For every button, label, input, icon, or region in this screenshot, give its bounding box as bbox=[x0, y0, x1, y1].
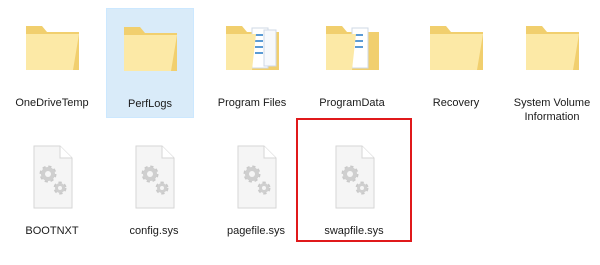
item-label: System Volume Information bbox=[513, 97, 591, 123]
item-label: Recovery bbox=[432, 97, 480, 109]
system-file-gear-icon bbox=[114, 136, 194, 216]
item-label: pagefile.sys bbox=[226, 225, 286, 237]
file-item-bootnxt[interactable]: BOOTNXT bbox=[8, 136, 96, 246]
folder-with-documents-icon bbox=[312, 8, 392, 88]
file-item-config-sys[interactable]: config.sys bbox=[110, 136, 198, 246]
file-item-pagefile-sys[interactable]: pagefile.sys bbox=[212, 136, 300, 246]
folder-with-documents-icon bbox=[212, 8, 292, 88]
folder-icon bbox=[416, 8, 496, 88]
folder-item-recovery[interactable]: Recovery bbox=[412, 8, 500, 118]
folder-item-onedrivetemp[interactable]: OneDriveTemp bbox=[8, 8, 96, 118]
item-label: ProgramData bbox=[319, 97, 385, 109]
folder-icon bbox=[512, 8, 592, 88]
item-label: config.sys bbox=[129, 225, 179, 237]
folder-item-system-volume-information[interactable]: System Volume Information bbox=[508, 8, 596, 134]
item-label: Program Files bbox=[217, 97, 287, 109]
system-file-gear-icon bbox=[12, 136, 92, 216]
folder-item-program-files[interactable]: Program Files bbox=[208, 8, 296, 118]
highlight-box bbox=[296, 118, 412, 242]
item-label: OneDriveTemp bbox=[15, 97, 89, 109]
folder-icon bbox=[12, 8, 92, 88]
folder-item-programdata[interactable]: ProgramData bbox=[308, 8, 396, 118]
folder-item-perflogs[interactable]: PerfLogs bbox=[106, 8, 194, 118]
folder-icon bbox=[110, 9, 190, 89]
item-label: PerfLogs bbox=[127, 98, 173, 110]
system-file-gear-icon bbox=[216, 136, 296, 216]
item-label: BOOTNXT bbox=[25, 225, 79, 237]
